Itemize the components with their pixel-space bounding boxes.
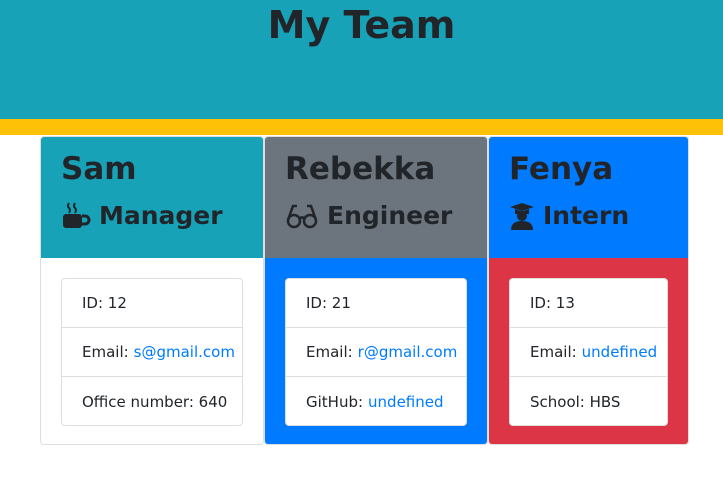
email-link[interactable]: s@gmail.com bbox=[134, 343, 235, 361]
list-item-email: Email: s@gmail.com bbox=[62, 328, 242, 377]
card-header: Fenya Intern bbox=[489, 137, 688, 258]
employee-role: Intern bbox=[509, 201, 629, 230]
employee-role: Manager bbox=[61, 201, 223, 230]
card-header: Sam Manager bbox=[41, 137, 263, 258]
email-link[interactable]: r@gmail.com bbox=[358, 343, 458, 361]
list-item-id: ID: 12 bbox=[62, 279, 242, 328]
employee-name: Sam bbox=[61, 151, 137, 187]
employee-role: Engineer bbox=[285, 201, 452, 230]
github-label: GitHub: bbox=[306, 392, 364, 411]
list-item-school: School: HBS bbox=[510, 377, 667, 426]
info-list: ID: 21 Email: r@gmail.com GitHub: undefi… bbox=[285, 278, 467, 426]
employee-card-intern: Fenya Intern ID: 13 Email: undefined Sch… bbox=[488, 136, 689, 445]
list-item-email: Email: r@gmail.com bbox=[286, 328, 466, 377]
id-text: ID: 12 bbox=[82, 294, 127, 312]
list-item-email: Email: undefined bbox=[510, 328, 667, 377]
employee-name: Fenya bbox=[509, 151, 614, 187]
glasses-icon bbox=[286, 204, 318, 228]
employee-name: Rebekka bbox=[285, 151, 436, 187]
info-list: ID: 12 Email: s@gmail.com Office number:… bbox=[61, 278, 243, 426]
list-item-id: ID: 13 bbox=[510, 279, 667, 328]
graduate-icon bbox=[510, 202, 534, 230]
employee-role-label: Manager bbox=[99, 201, 223, 230]
page-title: My Team bbox=[267, 3, 456, 47]
employee-role-label: Engineer bbox=[327, 201, 453, 230]
github-link[interactable]: undefined bbox=[368, 393, 443, 411]
coffee-mug-icon bbox=[63, 201, 91, 228]
list-item-github: GitHub: undefined bbox=[286, 377, 466, 426]
email-label: Email: bbox=[82, 343, 129, 361]
card-body: ID: 12 Email: s@gmail.com Office number:… bbox=[41, 258, 263, 444]
school-text: School: HBS bbox=[530, 392, 621, 411]
email-label: Email: bbox=[530, 343, 577, 361]
email-link[interactable]: undefined bbox=[582, 343, 657, 361]
accent-stripe bbox=[0, 119, 723, 135]
card-header: Rebekka Engineer bbox=[265, 137, 487, 258]
card-body: ID: 21 Email: r@gmail.com GitHub: undefi… bbox=[265, 258, 487, 444]
info-list: ID: 13 Email: undefined School: HBS bbox=[509, 278, 668, 426]
employee-card-engineer: Rebekka Engineer ID: 21 Email: r@gmail.c… bbox=[264, 136, 488, 445]
employee-role-label: Intern bbox=[543, 201, 630, 230]
list-item-id: ID: 21 bbox=[286, 279, 466, 328]
card-body: ID: 13 Email: undefined School: HBS bbox=[489, 258, 688, 444]
id-text: ID: 21 bbox=[306, 294, 351, 312]
office-number-text: Office number: 640 bbox=[82, 392, 228, 411]
header-banner: My Team bbox=[0, 0, 723, 119]
email-label: Email: bbox=[306, 343, 353, 361]
employee-card-manager: Sam Manager ID: 12 Email: s@gmail.com Of… bbox=[40, 136, 264, 445]
id-text: ID: 13 bbox=[530, 294, 575, 312]
list-item-office-number: Office number: 640 bbox=[62, 377, 242, 426]
